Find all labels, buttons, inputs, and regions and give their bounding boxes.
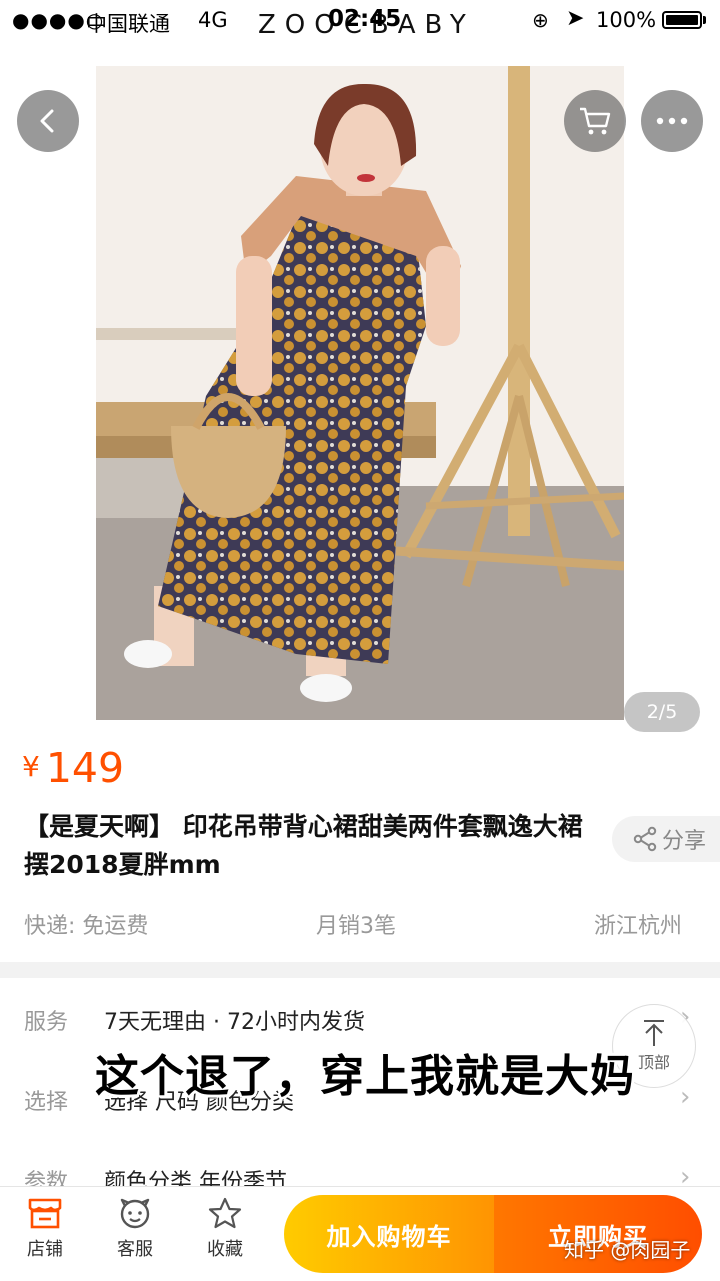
chevron-right-icon: › [680, 1162, 691, 1188]
more-dots-icon [656, 117, 688, 125]
currency-symbol: ¥ [22, 750, 40, 783]
battery-icon [662, 11, 702, 29]
status-bar: ●●●●○ 中国联通 4G ZOOCBABY 02:45 ⊕ ➤ 100% [0, 0, 720, 42]
star-icon [208, 1197, 242, 1229]
orientation-lock-icon: ⊕ [532, 8, 549, 32]
product-title: 【是夏天啊】 印花吊带背心裙甜美两件套飘逸大裙摆2018夏胖mm [24, 812, 583, 879]
product-gallery[interactable]: 2/5 [0, 42, 720, 732]
price-value: 149 [45, 744, 125, 792]
service-value: 7天无理由 · 72小时内发货 [104, 1010, 365, 1035]
price-row: ¥149 [22, 744, 124, 792]
favorite-tab[interactable]: 收藏 [190, 1197, 260, 1261]
store-icon [28, 1198, 62, 1229]
params-value: 颜色分类 年份季节 [104, 1170, 287, 1188]
cart-button[interactable] [564, 90, 626, 152]
more-button[interactable] [641, 90, 703, 152]
watermark: 知乎 @肉园子 [564, 1238, 691, 1262]
photo-illustration [96, 66, 624, 720]
params-row[interactable]: 参数 颜色分类 年份季节 › [0, 1138, 720, 1188]
clock: 02:45 [328, 6, 402, 32]
back-button[interactable] [17, 90, 79, 152]
network-type: 4G [198, 8, 228, 32]
favorite-label: 收藏 [207, 1239, 243, 1260]
battery-percent: 100% [596, 8, 657, 32]
caption-overlay: 这个退了，穿上我就是大妈 [95, 1051, 635, 1102]
product-info: ¥149 【是夏天啊】 印花吊带背心裙甜美两件套飘逸大裙摆2018夏胖mm 分享… [0, 730, 720, 962]
customer-service-tab[interactable]: 客服 [100, 1197, 170, 1261]
service-label: 服务 [24, 1010, 69, 1035]
share-label: 分享 [662, 829, 707, 854]
gallery-page-indicator: 2/5 [624, 692, 700, 732]
carrier-name: 中国联通 [86, 12, 170, 36]
monthly-sales: 月销3笔 [316, 914, 396, 939]
customer-service-label: 客服 [117, 1239, 153, 1260]
share-button[interactable]: 分享 [612, 816, 720, 862]
ship-from-location: 浙江杭州 [594, 914, 683, 939]
store-tab[interactable]: 店铺 [10, 1197, 80, 1261]
product-photo[interactable] [96, 66, 624, 720]
add-to-cart-button[interactable]: 加入购物车 [284, 1195, 494, 1273]
share-icon [633, 826, 657, 852]
shopping-cart-icon [580, 107, 611, 135]
shipping-info: 快递: 免运费 [24, 914, 149, 939]
store-label: 店铺 [27, 1239, 63, 1260]
battery-tip [703, 16, 706, 24]
chevron-left-icon [40, 109, 54, 133]
params-label: 参数 [24, 1170, 69, 1188]
location-arrow-icon: ➤ [566, 6, 585, 31]
customer-service-icon [120, 1198, 150, 1229]
